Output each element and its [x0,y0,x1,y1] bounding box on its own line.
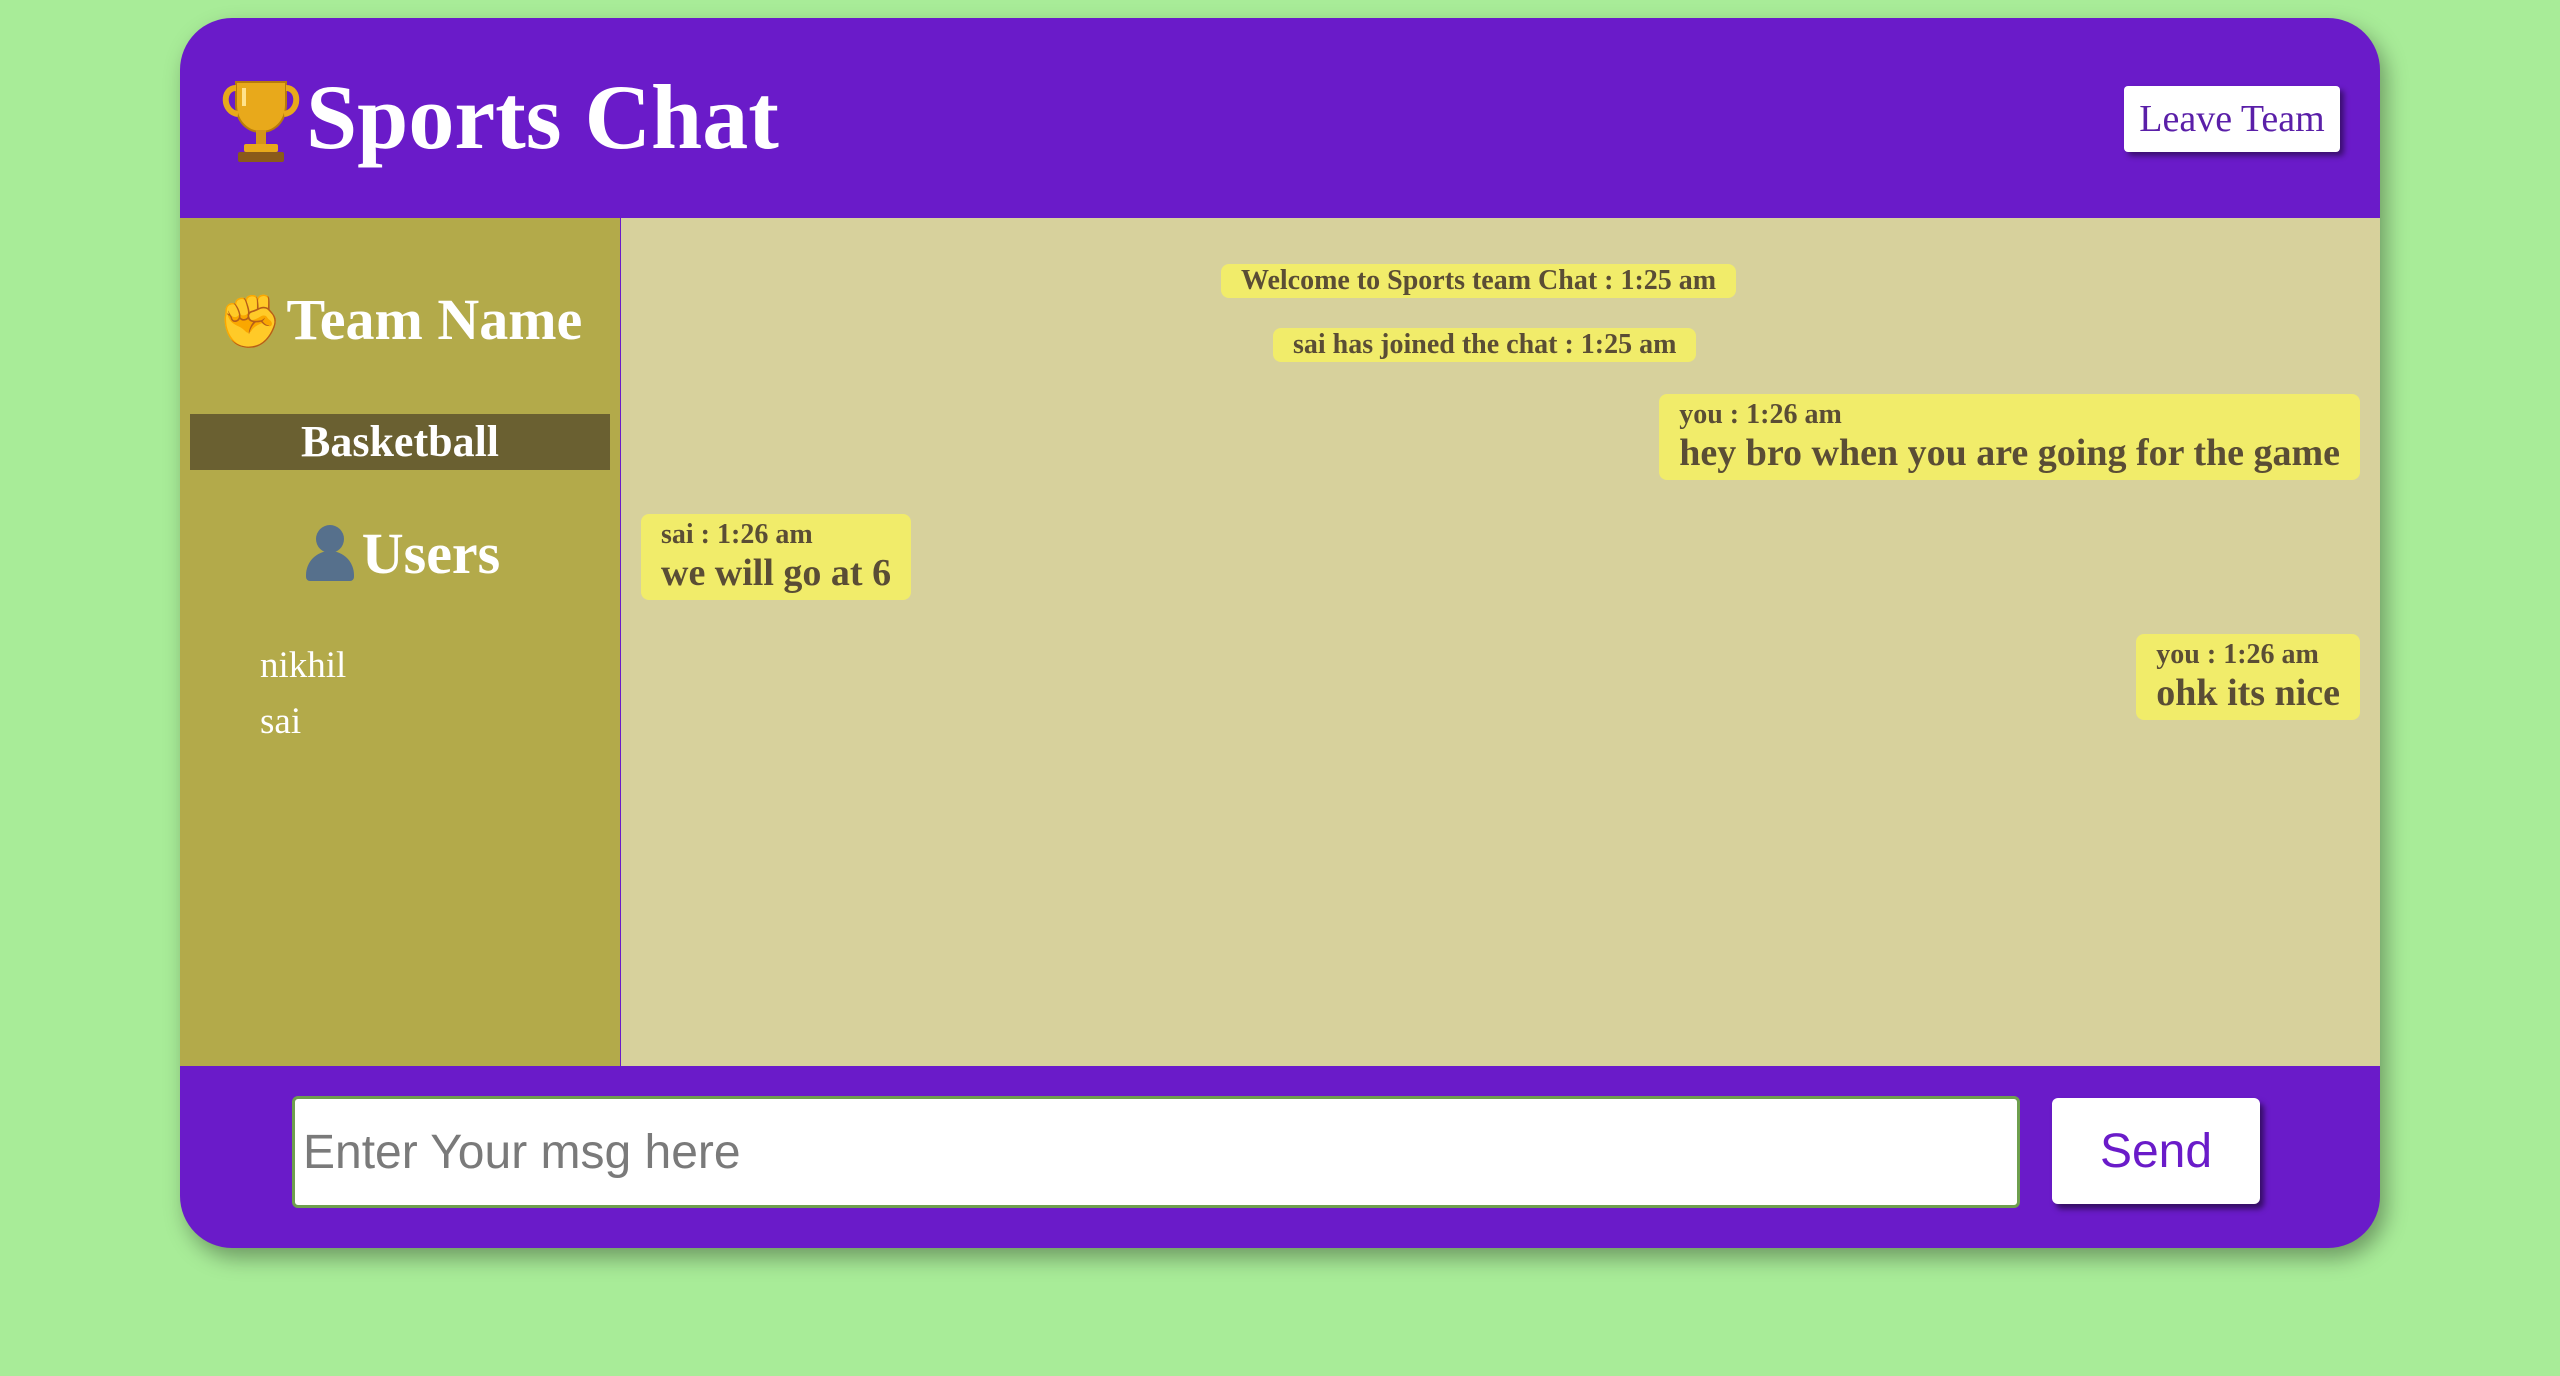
raised-fist-icon: ✊ [217,292,283,352]
incoming-message: sai : 1:26 am we will go at 6 [641,514,912,600]
app-title-text: Sports Chat [306,66,779,168]
chat-messages[interactable]: Welcome to Sports team Chat : 1:25 am sa… [621,218,2380,1066]
app-title: Sports Chat [220,62,779,172]
team-name-heading: ✊Team Name [180,285,620,357]
trophy-icon [220,74,302,164]
room-name-badge: Basketball [190,414,610,470]
chat-header: Sports Chat Leave Team [180,18,2380,216]
message-text: ohk its nice [2156,672,2340,714]
sidebar: ✊Team Name Basketball Users nikhil sai [180,218,620,1066]
team-name-heading-text: Team Name [286,287,583,352]
user-list-item: sai [260,701,302,742]
message-meta: sai : 1:26 am [661,519,813,550]
system-message: sai has joined the chat : 1:25 am [1273,328,1697,362]
users-list: nikhil sai [260,638,346,750]
message-text: hey bro when you are going for the game [1679,432,2340,474]
send-button[interactable]: Send [2052,1098,2260,1204]
user-silhouette-icon [300,521,360,581]
message-meta: you : 1:26 am [1679,399,1842,430]
message-text: we will go at 6 [661,552,892,594]
leave-team-button[interactable]: Leave Team [2124,86,2340,152]
chat-container: Sports Chat Leave Team ✊Team Name Basket… [180,18,2380,1248]
message-meta: you : 1:26 am [2156,639,2319,670]
outgoing-message: you : 1:26 am hey bro when you are going… [1659,394,2360,480]
system-message: Welcome to Sports team Chat : 1:25 am [1221,264,1737,298]
user-list-item: nikhil [260,645,347,686]
users-heading-text: Users [361,521,501,586]
message-input[interactable] [292,1096,2020,1208]
outgoing-message: you : 1:26 am ohk its nice [2136,634,2360,720]
message-composer: Send [180,1068,2380,1248]
users-heading: Users [180,519,620,589]
